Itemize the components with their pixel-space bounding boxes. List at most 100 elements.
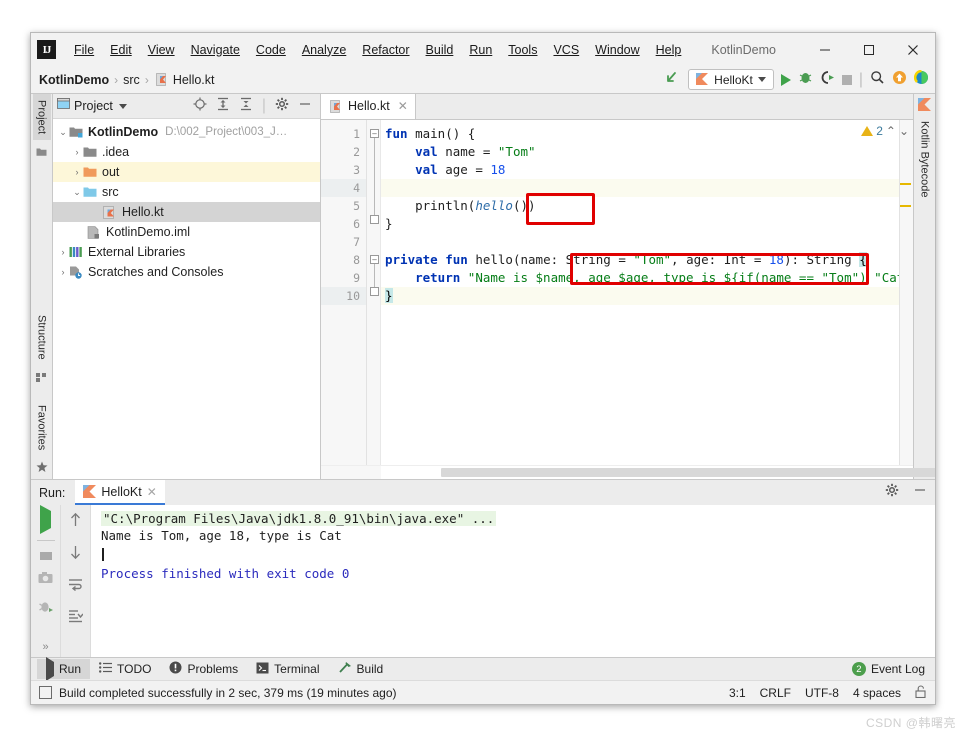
run-tab-close-icon[interactable]: ✕ — [147, 485, 157, 499]
menu-view[interactable]: View — [140, 40, 183, 60]
code-folding-gutter[interactable]: – – — [367, 120, 381, 465]
breadcrumb-project[interactable]: KotlinDemo — [39, 73, 109, 87]
fold-end-icon-2[interactable] — [370, 287, 379, 296]
run-icon[interactable] — [780, 73, 791, 86]
minimize-button[interactable] — [803, 33, 847, 66]
warning-marker-1[interactable] — [900, 183, 911, 185]
coverage-icon[interactable] — [820, 70, 835, 90]
gear-icon[interactable] — [885, 483, 899, 502]
menu-refactor[interactable]: Refactor — [354, 40, 417, 60]
sidebar-tab-structure[interactable]: Structure — [33, 309, 51, 366]
menu-code[interactable]: Code — [248, 40, 294, 60]
stop-icon[interactable] — [39, 551, 52, 560]
scroll-to-end-icon[interactable] — [68, 609, 84, 628]
update-project-icon[interactable] — [892, 70, 907, 90]
close-button[interactable] — [891, 33, 935, 66]
menu-help[interactable]: Help — [648, 40, 690, 60]
tree-row-kotlindemo[interactable]: ⌄ KotlinDemo D:\002_Project\003_J… — [53, 122, 320, 142]
scrollbar-thumb[interactable] — [441, 468, 935, 477]
menu-vcs[interactable]: VCS — [545, 40, 587, 60]
locate-icon[interactable] — [193, 97, 207, 116]
collapse-all-icon[interactable] — [239, 97, 253, 116]
run-actions-toolbar: » — [31, 505, 61, 657]
expand-arrow-icon[interactable]: › — [57, 247, 69, 257]
tool-window-problems[interactable]: Problems — [160, 659, 247, 679]
soft-wrap-icon[interactable] — [68, 578, 83, 596]
code-editor[interactable]: 1 2 3 4 5 6 7 8 9 10 – – fun main() {va… — [321, 120, 913, 465]
sidebar-tab-favorites[interactable]: Favorites — [33, 399, 51, 456]
close-tab-icon[interactable]: ✕ — [398, 99, 408, 113]
dump-threads-icon[interactable] — [38, 600, 53, 619]
fold-minus-icon-2[interactable]: – — [370, 255, 379, 264]
hide-icon[interactable] — [913, 483, 927, 502]
tree-row-idea[interactable]: › .idea — [53, 142, 320, 162]
project-chevron-down-icon[interactable] — [118, 103, 127, 109]
editor-tab-hello-kt[interactable]: Hello.kt ✕ — [321, 93, 416, 119]
sidebar-tab-project[interactable]: Project — [32, 94, 51, 141]
screenshot-icon[interactable] — [38, 571, 53, 589]
sidebar-tab-kotlin-bytecode[interactable]: Kotlin Bytecode — [916, 115, 934, 203]
previous-warning-icon[interactable]: ⌃ — [886, 124, 896, 138]
expand-arrow-icon[interactable]: › — [71, 167, 83, 177]
menu-navigate[interactable]: Navigate — [183, 40, 248, 60]
fold-minus-icon[interactable]: – — [370, 129, 379, 138]
menu-analyze[interactable]: Analyze — [294, 40, 354, 60]
hide-icon[interactable] — [298, 97, 312, 116]
console-output[interactable]: "C:\Program Files\Java\jdk1.8.0_91\bin\j… — [91, 505, 935, 657]
tree-row-out[interactable]: › out — [53, 162, 320, 182]
indent-widget[interactable]: 4 spaces — [853, 686, 901, 700]
menu-tools[interactable]: Tools — [500, 40, 545, 60]
menu-run-label: Run — [469, 42, 493, 57]
rerun-icon[interactable] — [40, 505, 51, 534]
tool-window-terminal[interactable]: Terminal — [247, 659, 328, 679]
event-log-widget[interactable]: 2 Event Log — [851, 662, 925, 676]
tree-row-hello-kt[interactable]: Hello.kt — [53, 202, 320, 222]
expand-arrow-icon[interactable]: › — [71, 147, 83, 157]
tree-row-iml[interactable]: KotlinDemo.iml — [53, 222, 320, 242]
expand-arrow-icon[interactable]: › — [57, 267, 69, 277]
expand-arrow-icon[interactable]: ⌄ — [57, 127, 69, 138]
breadcrumb-file[interactable]: Hello.kt — [173, 73, 215, 87]
editor-horizontal-scrollbar[interactable] — [321, 465, 935, 479]
debug-icon[interactable] — [798, 70, 813, 90]
problems-icon — [169, 661, 182, 677]
caret-position-widget[interactable]: 3:1 — [729, 686, 746, 700]
status-window-icon[interactable] — [39, 686, 52, 699]
menu-window[interactable]: Window — [587, 40, 647, 60]
collapse-arrow-icon[interactable]: ⌄ — [71, 187, 83, 198]
stop-icon[interactable] — [841, 74, 852, 85]
back-arrow-icon[interactable] — [664, 69, 681, 91]
encoding-widget[interactable]: UTF-8 — [805, 686, 839, 700]
tool-window-build[interactable]: Build — [329, 659, 393, 679]
warning-marker-2[interactable] — [900, 205, 911, 207]
expand-all-icon[interactable] — [216, 97, 230, 116]
inspection-status-widget[interactable]: 2 ⌃ ⌄ — [861, 124, 909, 138]
status-widgets: 3:1 CRLF UTF-8 4 spaces — [729, 685, 927, 701]
breadcrumb-src[interactable]: src — [123, 73, 140, 87]
line-separator-widget[interactable]: CRLF — [760, 686, 791, 700]
down-icon[interactable] — [69, 545, 82, 565]
maximize-button[interactable] — [847, 33, 891, 66]
ide-perspective-icon[interactable] — [913, 69, 929, 90]
code-text[interactable]: fun main() { val name = "Tom" val age = … — [381, 120, 899, 465]
tree-row-scratches[interactable]: › Scratches and Consoles — [53, 262, 320, 282]
gear-icon[interactable] — [275, 97, 289, 116]
menu-build[interactable]: Build — [418, 40, 462, 60]
up-icon[interactable] — [69, 512, 82, 532]
tool-window-run[interactable]: Run — [37, 657, 91, 681]
run-tab-hellokt[interactable]: HelloKt ✕ — [75, 480, 165, 505]
next-warning-icon[interactable]: ⌄ — [899, 124, 909, 138]
inspection-marker-gutter[interactable] — [899, 120, 913, 465]
expand-more-icon[interactable]: » — [42, 641, 48, 657]
menu-file[interactable]: File — [66, 40, 102, 60]
search-icon[interactable] — [870, 70, 885, 90]
tool-window-todo[interactable]: TODO — [90, 659, 160, 679]
menu-run[interactable]: Run — [461, 40, 500, 60]
fold-end-icon[interactable] — [370, 215, 379, 224]
unlocked-icon[interactable] — [915, 685, 927, 701]
run-configuration-selector[interactable]: HelloKt — [688, 69, 774, 90]
tree-row-src[interactable]: ⌄ src — [53, 182, 320, 202]
menu-edit[interactable]: Edit — [102, 40, 140, 60]
tree-row-external-libraries[interactable]: › External Libraries — [53, 242, 320, 262]
scrollbar-track[interactable] — [381, 466, 935, 479]
